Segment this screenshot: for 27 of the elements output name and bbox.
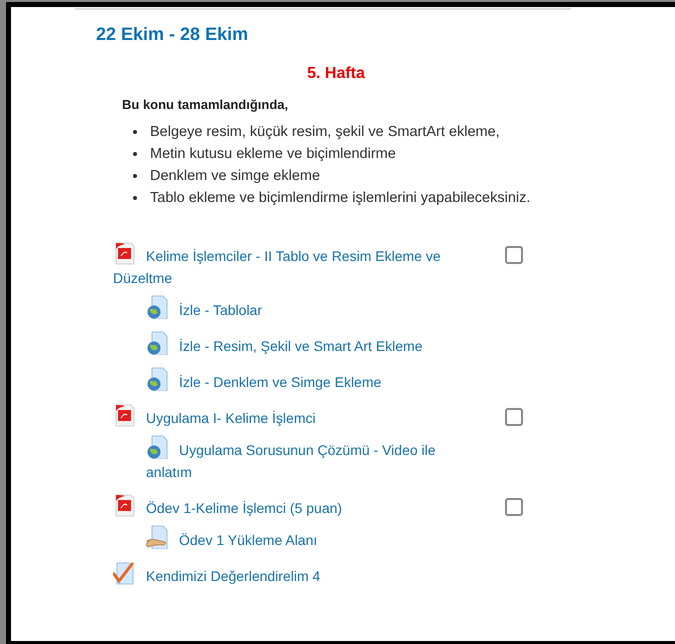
bullet-text: Belgeye resim, küçük resim, şekil ve SmartArt ekleme, bbox=[150, 124, 500, 140]
completion-checkbox[interactable] bbox=[505, 498, 523, 516]
bullet-text: Metin kutusu ekleme ve biçimlendirme bbox=[150, 146, 396, 162]
activity-link[interactable]: Kendimizi Değerlendirelim 4 bbox=[113, 565, 483, 587]
section-title: 22 Ekim - 28 Ekim bbox=[96, 24, 250, 45]
pdf-file-icon bbox=[113, 403, 137, 427]
pdf-file-icon bbox=[113, 241, 137, 265]
activity-link[interactable]: Ödev 1-Kelime İşlemci (5 puan) bbox=[113, 497, 483, 519]
globe-page-icon bbox=[146, 331, 170, 355]
activity-link[interactable]: Ödev 1 Yükleme Alanı bbox=[146, 529, 476, 551]
pdf-file-icon bbox=[113, 493, 137, 517]
activity-link[interactable]: Kelime İşlemciler - II Tablo ve Resim Ekleme ve Düzeltme bbox=[113, 245, 483, 289]
hand-document-icon bbox=[146, 525, 170, 549]
bullet-text: Denklem ve simge ekleme bbox=[150, 168, 320, 184]
intro-text: Bu konu tamamlandığında, bbox=[122, 97, 290, 112]
activity-link[interactable]: Uygulama I- Kelime İşlemci bbox=[113, 407, 483, 429]
activity-link[interactable]: İzle - Tablolar bbox=[146, 299, 476, 321]
globe-page-icon bbox=[146, 295, 170, 319]
globe-page-icon bbox=[146, 435, 170, 459]
globe-page-icon bbox=[146, 367, 170, 391]
activity-link[interactable]: İzle - Resim, Şekil ve Smart Art Ekleme bbox=[146, 335, 476, 357]
week-heading: 5. Hafta bbox=[306, 65, 366, 83]
completion-checkbox[interactable] bbox=[505, 408, 523, 426]
activity-link[interactable]: Uygulama Sorusunun Çözümü - Video ile anlatım bbox=[146, 439, 476, 483]
activity-link[interactable]: İzle - Denklem ve Simge Ekleme bbox=[146, 371, 476, 393]
completion-checkbox[interactable] bbox=[505, 246, 523, 264]
bullet-text: Tablo ekleme ve biçimlendirme işlemlerini yapabileceksiniz. bbox=[150, 190, 530, 206]
